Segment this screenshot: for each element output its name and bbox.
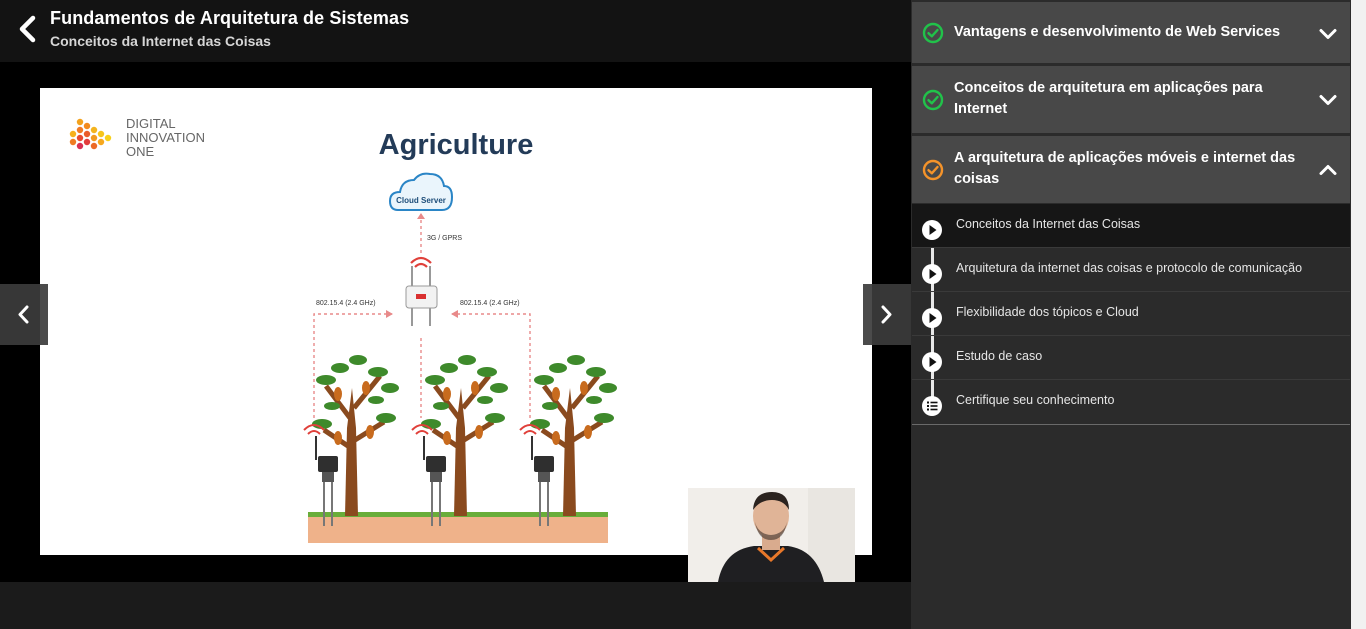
uplink-label: 3G / GPRS <box>427 235 462 242</box>
lesson-list: Conceitos da Internet das Coisas Arquite… <box>912 204 1350 425</box>
logo-line-2: INNOVATION <box>126 130 205 145</box>
chevron-up-icon[interactable] <box>1318 160 1338 180</box>
back-button[interactable] <box>14 13 42 45</box>
tree-icon <box>312 355 399 516</box>
list-icon <box>922 396 942 416</box>
instructor-avatar <box>688 488 855 582</box>
lesson-label: Conceitos da Internet das Coisas <box>956 217 1141 231</box>
slide-illustration: DIGITAL INNOVATION ONE Agriculture Cloud… <box>69 116 617 543</box>
video-slide: DIGITAL INNOVATION ONE Agriculture Cloud… <box>40 88 872 555</box>
tree-icon <box>530 355 617 516</box>
chevron-right-icon <box>881 305 892 324</box>
play-icon <box>922 308 942 328</box>
play-icon <box>922 264 942 284</box>
lesson-item[interactable]: Certifique seu conhecimento <box>912 380 1350 424</box>
tree-icon <box>421 355 508 516</box>
chevron-left-icon <box>19 15 36 43</box>
lesson-label: Arquitetura da internet das coisas e pro… <box>956 261 1303 275</box>
module-item[interactable]: Vantagens e desenvolvimento de Web Servi… <box>912 2 1350 63</box>
lesson-label: Flexibilidade dos tópicos e Cloud <box>956 305 1139 319</box>
sidebar-scrollbar[interactable] <box>1351 0 1366 629</box>
player-column: Fundamentos de Arquitetura de Sistemas C… <box>0 0 911 629</box>
left-link-label: 802.15.4 (2.4 GHz) <box>316 300 376 307</box>
course-sidebar: Vantagens e desenvolvimento de Web Servi… <box>911 0 1366 629</box>
module-title: A arquitetura de aplicações móveis e int… <box>954 150 1296 187</box>
play-icon <box>922 352 942 372</box>
module-title: Conceitos de arquitetura em aplicações p… <box>954 80 1263 117</box>
module-item[interactable]: Conceitos de arquitetura em aplicações p… <box>912 66 1350 133</box>
app-root: Fundamentos de Arquitetura de Sistemas C… <box>0 0 1366 629</box>
player-footer <box>0 582 911 629</box>
chevron-down-icon[interactable] <box>1318 24 1338 44</box>
sensor-icon <box>303 424 338 526</box>
next-lesson-button[interactable] <box>863 284 911 345</box>
check-circle-icon <box>922 159 944 181</box>
lesson-title: Conceitos da Internet das Coisas <box>50 33 271 49</box>
sidebar-content: Vantagens e desenvolvimento de Web Servi… <box>911 0 1351 629</box>
previous-lesson-button[interactable] <box>0 284 48 345</box>
module-title: Vantagens e desenvolvimento de Web Servi… <box>954 24 1281 40</box>
gateway-icon <box>405 256 438 326</box>
check-circle-icon <box>922 22 944 44</box>
logo-line-3: ONE <box>126 144 155 159</box>
right-link-label: 802.15.4 (2.4 GHz) <box>460 300 520 307</box>
instructor-webcam <box>688 488 855 582</box>
sensor-icon <box>411 424 446 526</box>
sensor-icon <box>519 424 554 526</box>
chevron-down-icon[interactable] <box>1318 90 1338 110</box>
check-circle-icon <box>922 89 944 111</box>
chevron-left-icon <box>18 305 29 324</box>
course-title: Fundamentos de Arquitetura de Sistemas <box>50 8 410 28</box>
lesson-label: Certifique seu conhecimento <box>956 393 1115 407</box>
play-icon <box>922 220 942 240</box>
lesson-item[interactable]: Arquitetura da internet das coisas e pro… <box>912 248 1350 292</box>
dio-logo-icon <box>69 118 112 150</box>
lesson-item-active[interactable]: Conceitos da Internet das Coisas <box>912 204 1350 248</box>
lesson-item[interactable]: Flexibilidade dos tópicos e Cloud <box>912 292 1350 336</box>
slide-heading: Agriculture <box>379 129 534 161</box>
module-item-active[interactable]: A arquitetura de aplicações móveis e int… <box>912 136 1350 203</box>
titles: Fundamentos de Arquitetura de Sistemas C… <box>50 7 409 51</box>
lesson-item[interactable]: Estudo de caso <box>912 336 1350 380</box>
ground <box>308 516 608 543</box>
cloud-label: Cloud Server <box>396 196 446 205</box>
video-player[interactable]: DIGITAL INNOVATION ONE Agriculture Cloud… <box>0 62 911 582</box>
top-bar: Fundamentos de Arquitetura de Sistemas C… <box>0 0 911 62</box>
logo-line-1: DIGITAL <box>126 116 176 131</box>
lesson-label: Estudo de caso <box>956 349 1043 363</box>
